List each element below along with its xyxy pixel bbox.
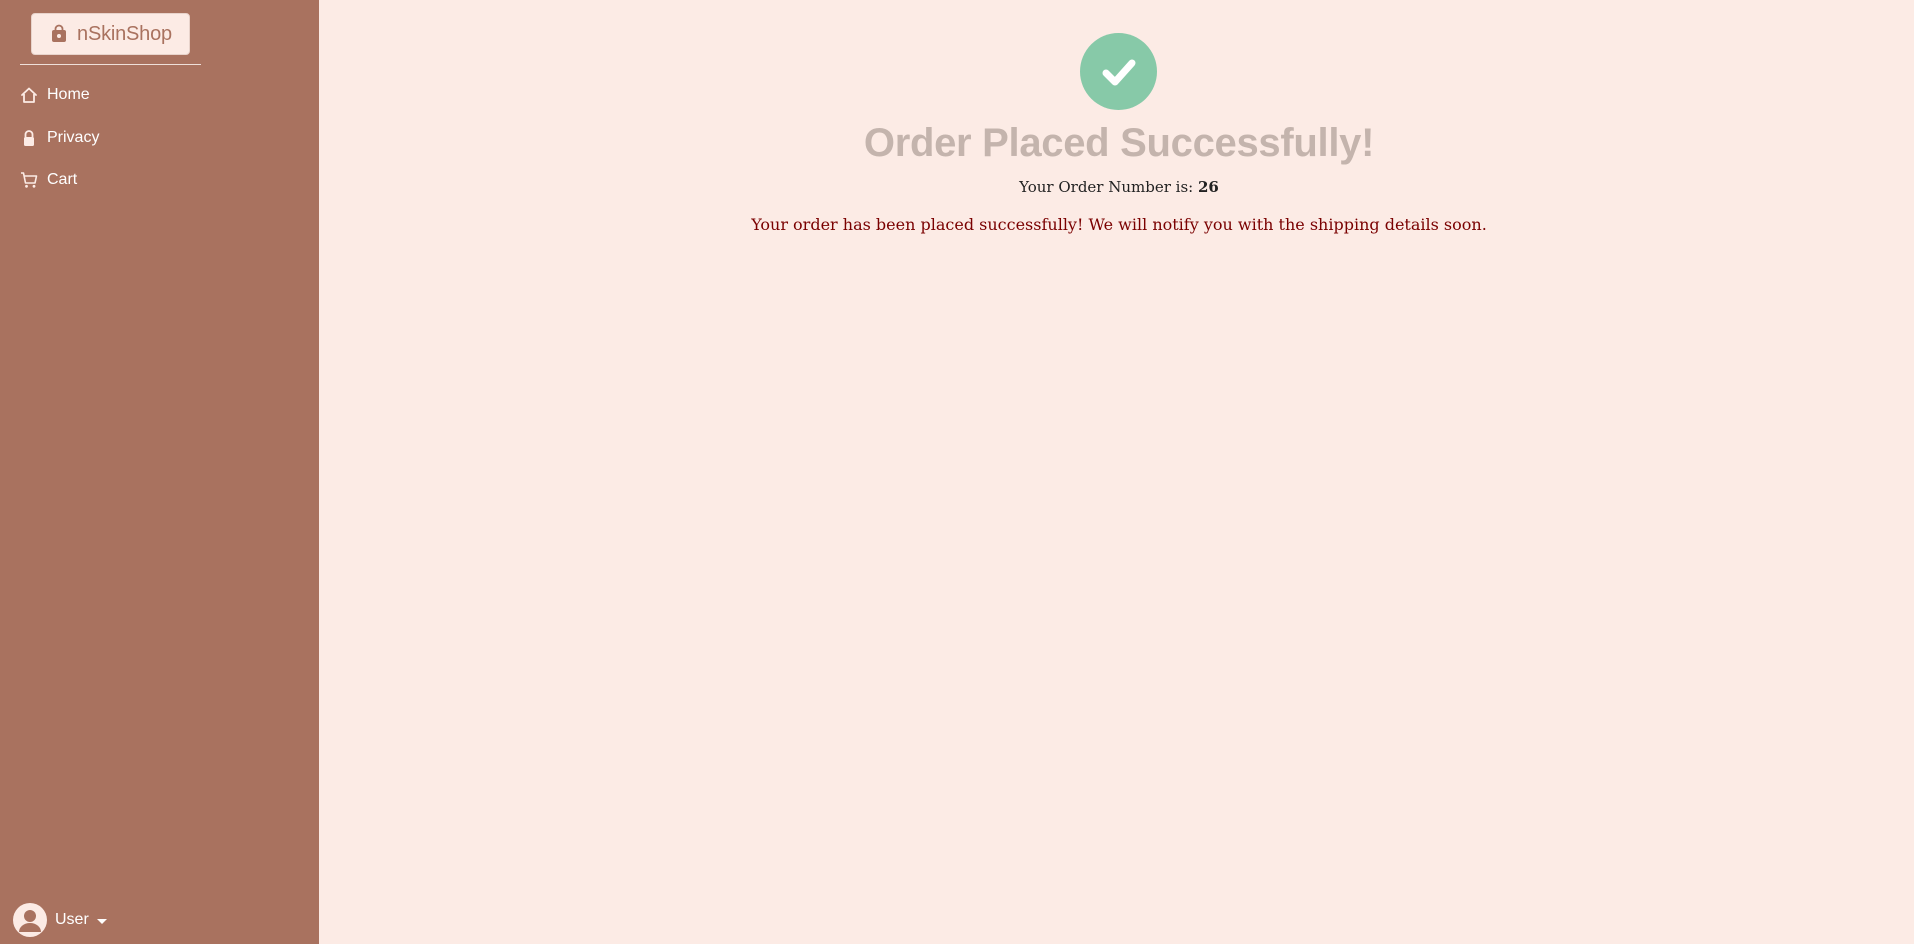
sidebar-item-label: Cart: [47, 171, 78, 188]
user-avatar-icon: [13, 903, 47, 937]
sidebar-divider: [20, 64, 201, 65]
brand-button[interactable]: nSkinShop: [31, 13, 190, 55]
cart-icon: [20, 171, 38, 189]
order-number-line: Your Order Number is: 26: [319, 178, 1914, 196]
sidebar: nSkinShop Home Privacy Cart User: [0, 0, 319, 944]
main-content: Order Placed Successfully! Your Order Nu…: [319, 0, 1914, 944]
order-confirmation-message: Your order has been placed successfully!…: [751, 215, 1487, 234]
shopping-bag-icon: [49, 24, 69, 44]
sidebar-item-cart[interactable]: Cart: [20, 168, 77, 192]
user-menu[interactable]: User: [13, 903, 107, 937]
home-icon: [20, 86, 38, 104]
sidebar-item-label: Home: [47, 86, 90, 103]
order-number-label: Your Order Number is:: [1019, 178, 1194, 196]
lock-icon: [20, 129, 38, 147]
sidebar-item-privacy[interactable]: Privacy: [20, 126, 99, 150]
chevron-down-icon[interactable]: [96, 918, 107, 924]
order-number-value: 26: [1198, 178, 1219, 196]
sidebar-item-label: Privacy: [47, 129, 100, 146]
sidebar-item-home[interactable]: Home: [20, 83, 90, 107]
check-circle-icon: [1080, 33, 1157, 110]
brand-label: nSkinShop: [77, 22, 172, 45]
user-label: User: [55, 911, 89, 928]
page-title: Order Placed Successfully!: [863, 121, 1375, 165]
